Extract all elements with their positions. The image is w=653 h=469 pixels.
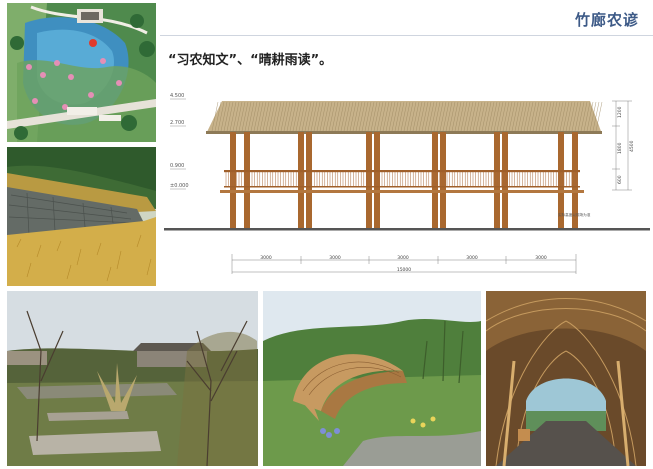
drawing-note: 实际高度以现场为准 <box>558 212 591 217</box>
thatched-roof <box>206 101 603 134</box>
bottom-dim-label: 3000 <box>466 255 478 261</box>
right-dim-label: 1800 <box>617 142 623 154</box>
bottom-dim-label: 3000 <box>535 255 547 261</box>
bamboo-arch-photo <box>263 291 481 466</box>
railing <box>220 170 584 193</box>
ground-line <box>164 228 650 231</box>
site-plan-illustration <box>7 3 156 142</box>
level-markers: 4.500 2.700 0.900 ±0.000 <box>170 93 189 190</box>
bamboo-corridor-illustration <box>486 291 646 466</box>
garden-illustration <box>7 291 258 466</box>
timber-columns <box>230 132 578 228</box>
elevation-svg: 4.500 2.700 0.900 ±0.000 1200 1800 600 4… <box>164 93 650 274</box>
rice-terrace-photo <box>7 147 156 286</box>
rice-terrace-illustration <box>7 147 156 286</box>
bottom-dim-label: 3000 <box>260 255 272 261</box>
timber-column <box>432 132 438 228</box>
bamboo-corridor-photo <box>486 291 646 466</box>
bottom-total-label: 15000 <box>397 267 411 273</box>
right-dim-label: 600 <box>617 175 623 184</box>
level-label: 2.700 <box>170 120 184 126</box>
page-title: 竹廊农谚 <box>574 11 639 29</box>
timber-column <box>502 132 508 228</box>
subtitle: “习农知文”、“晴耕雨读”。 <box>168 53 333 68</box>
header-divider <box>160 35 653 36</box>
timber-column <box>230 132 236 228</box>
garden-photo <box>7 291 258 466</box>
bottom-dim-label: 3000 <box>329 255 341 261</box>
right-dim-label: 1200 <box>617 106 623 118</box>
level-label: ±0.000 <box>170 183 189 189</box>
level-label: 4.500 <box>170 93 184 99</box>
corridor-elevation-drawing: 4.500 2.700 0.900 ±0.000 1200 1800 600 4… <box>162 82 650 282</box>
bottom-dim-label: 3000 <box>397 255 409 261</box>
site-plan-image <box>7 3 156 142</box>
timber-column <box>440 132 446 228</box>
bamboo-arch-illustration <box>263 291 481 466</box>
right-total-label: 4500 <box>629 140 635 152</box>
level-label: 0.900 <box>170 163 184 169</box>
